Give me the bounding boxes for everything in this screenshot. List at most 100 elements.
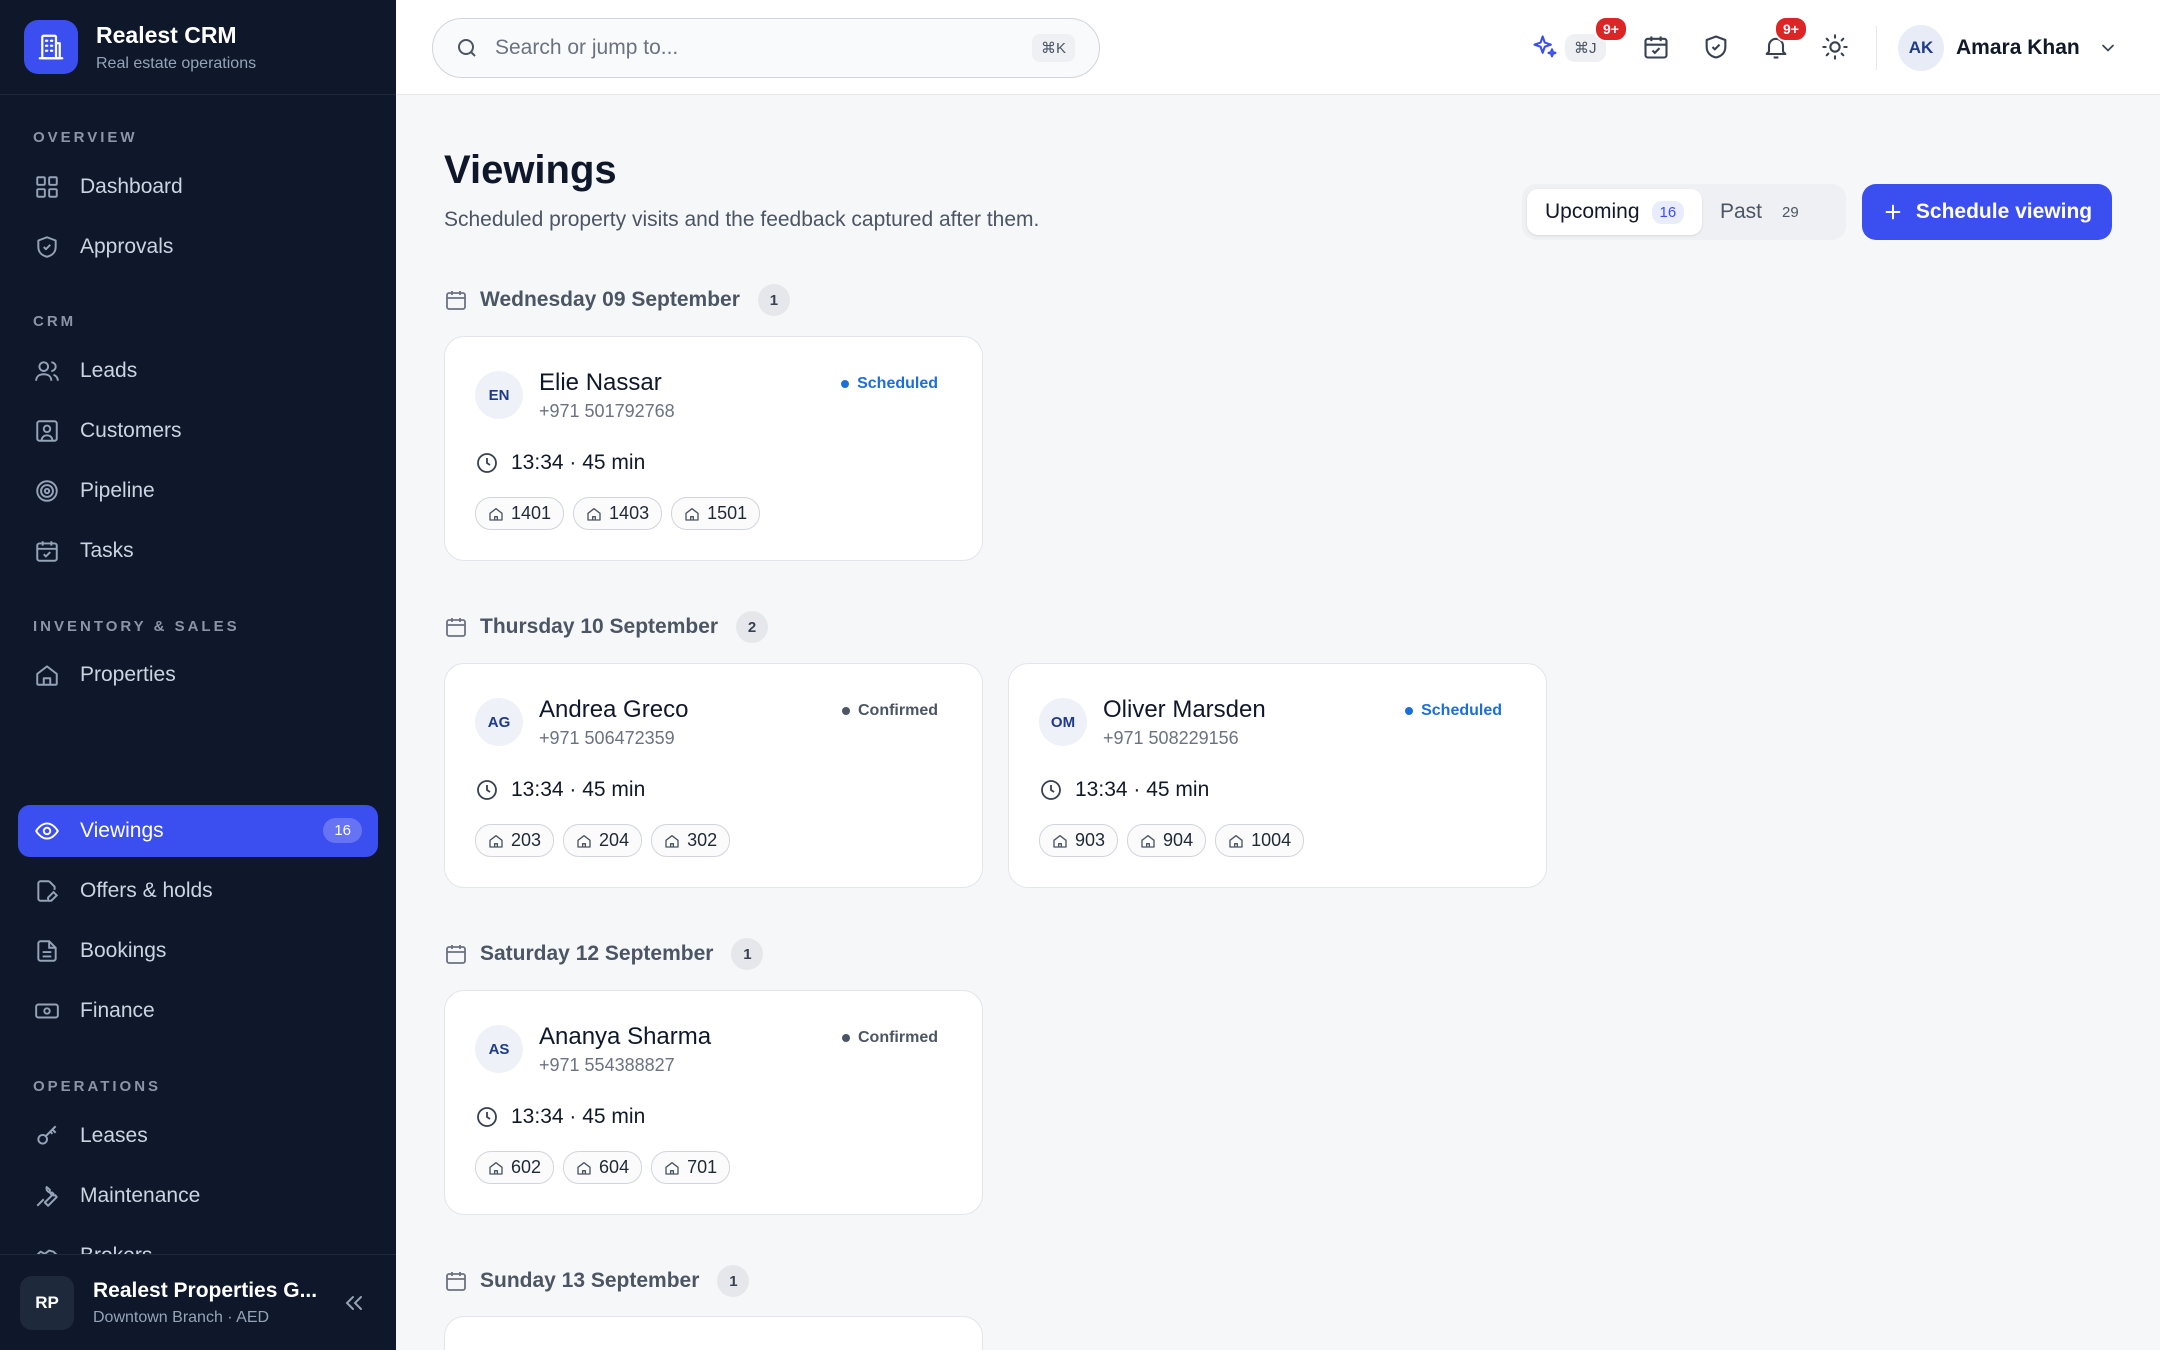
viewing-card[interactable]: AS Ananya Sharma +971 554388827 Confirme… [444,990,983,1215]
sidebar-item-approvals[interactable]: Approvals [18,221,378,273]
calendar-icon [446,291,466,310]
calendar-icon [446,945,466,964]
unit-chip[interactable]: 1004 [1215,824,1305,857]
unit-chip[interactable]: 602 [475,1151,555,1184]
document-icon [37,940,57,962]
viewing-card[interactable]: EN Elie Nassar +971 501792768 Scheduled … [444,336,983,561]
sidebar-item-label: Customers [80,419,182,442]
calendar-button[interactable] [1637,28,1675,66]
home-icon [577,1161,591,1175]
org-name: Realest Properties G... [93,1278,318,1302]
unit-chip[interactable]: 904 [1127,824,1207,857]
brand[interactable]: Realest CRM Real estate operations [0,0,396,95]
unit-label: 701 [687,1157,718,1177]
sidebar: Realest CRM Real estate operations OVERV… [0,0,396,1350]
unit-label: 604 [599,1157,630,1177]
unit-list: 602 604 701 [475,1151,739,1184]
status-badge: Scheduled [1405,702,1502,720]
sidebar-item-label: Viewings [80,819,164,842]
sidebar-item-offers[interactable]: Offers & holds [18,865,378,917]
unit-chip[interactable]: 1501 [671,497,761,530]
schedule-viewing-button[interactable]: Schedule viewing [1862,184,2112,240]
client-avatar: AS [475,1025,523,1073]
clock-icon [477,453,497,473]
search-input[interactable] [495,36,995,60]
status-dot [1405,707,1414,715]
unit-chip[interactable]: 204 [563,824,643,857]
status-label: Confirmed [858,1029,938,1046]
client-phone: +971 508229156 [1103,728,1239,748]
search-bar[interactable]: ⌘K [432,18,1100,78]
theme-toggle-button[interactable] [1816,28,1854,66]
section-label-crm: CRM [33,313,77,330]
banknote-icon [35,1003,59,1019]
sidebar-item-leases[interactable]: Leases [18,1110,378,1162]
unit-label: 1501 [707,503,748,523]
status-dot [842,1034,850,1042]
unit-chip[interactable]: 1401 [475,497,565,530]
client-name: Ananya Sharma [539,1023,712,1050]
dashboard-icon [36,176,58,198]
unit-label: 904 [1163,830,1194,850]
home-icon [665,1161,679,1175]
status-label: Confirmed [858,702,938,719]
home-icon [587,507,601,521]
unit-list: 903 904 1004 [1039,824,1313,857]
user-name[interactable]: Amara Khan [1956,36,2080,60]
client-avatar: AG [475,698,523,746]
tab-upcoming[interactable]: Upcoming 16 [1527,189,1703,235]
collapse-sidebar-icon[interactable] [342,1291,366,1315]
user-square-icon [36,420,58,442]
unit-chip[interactable]: 701 [651,1151,731,1184]
sidebar-item-tasks[interactable]: Tasks [18,525,378,577]
chevron-down-icon[interactable] [2098,38,2118,58]
sidebar-item-leads[interactable]: Leads [18,345,378,397]
eye-icon [35,822,59,840]
home-icon [685,507,699,521]
clock-icon [1041,780,1061,800]
tab-label: Past [1720,200,1763,223]
unit-chip[interactable]: 604 [563,1151,643,1184]
tab-count: 29 [1782,203,1799,221]
sidebar-item-pipeline[interactable]: Pipeline [18,465,378,517]
tab-label: Upcoming [1545,200,1640,223]
home-icon [577,834,591,848]
day-label: Saturday 12 September [480,942,714,965]
building-logo-icon [24,20,78,74]
status-badge: Confirmed [842,1029,938,1047]
day-header: Wednesday 09 September 1 [444,284,790,316]
sidebar-item-maintenance[interactable]: Maintenance [18,1170,378,1222]
tab-past[interactable]: Past 29 [1702,189,1825,235]
unit-label: 1401 [511,503,552,523]
unit-label: 302 [687,830,718,850]
brand-subtitle: Real estate operations [96,54,257,72]
status-dot [841,380,850,388]
viewing-card[interactable]: OM Oliver Marsden +971 508229156 Schedul… [1008,663,1547,888]
viewing-card[interactable]: AG Andrea Greco +971 506472359 Confirmed… [444,663,983,888]
sidebar-item-label: Bookings [80,939,167,962]
sparkles-icon [1533,35,1557,58]
org-switcher[interactable]: RP Realest Properties G... Downtown Bran… [0,1254,396,1350]
sidebar-item-customers[interactable]: Customers [18,405,378,457]
sidebar-item-bookings[interactable]: Bookings [18,925,378,977]
unit-chip[interactable]: 1403 [573,497,663,530]
status-badge: Confirmed [842,702,938,720]
sidebar-item-finance[interactable]: Finance [18,985,378,1037]
unit-chip[interactable]: 903 [1039,824,1119,857]
client-name: Andrea Greco [539,696,689,723]
sidebar-item-properties[interactable]: Properties [18,649,378,701]
approvals-button[interactable] [1697,28,1735,66]
sidebar-item-dashboard[interactable]: Dashboard [18,161,378,213]
viewing-card[interactable] [444,1316,983,1350]
unit-label: 1403 [609,503,650,523]
key-icon [37,1125,57,1145]
sidebar-item-viewings[interactable]: Viewings 16 [18,805,378,857]
sidebar-item-label: Leads [80,359,138,382]
user-avatar[interactable]: AK [1898,25,1944,71]
sidebar-item-label: Maintenance [80,1184,201,1207]
ai-assistant-button[interactable] [1526,28,1564,66]
unit-chip[interactable]: 203 [475,824,555,857]
unit-chip[interactable]: 302 [651,824,731,857]
unit-label: 204 [599,830,630,850]
status-badge: Scheduled [841,375,938,393]
